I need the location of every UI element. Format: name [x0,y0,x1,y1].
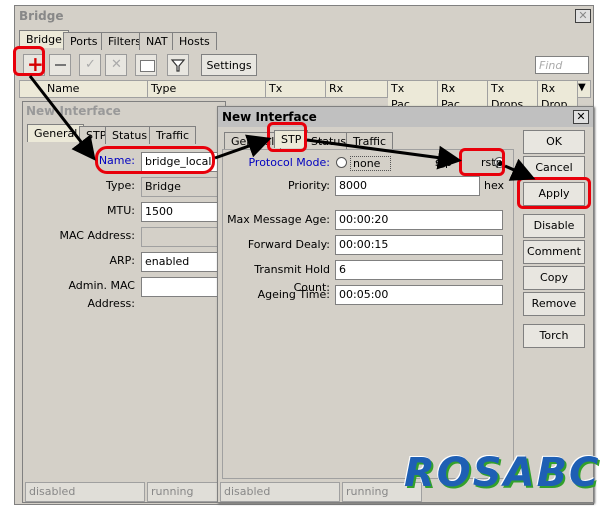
remove-button[interactable] [49,54,71,76]
filter-button[interactable] [167,54,189,76]
transmit-hold-count-input[interactable]: 6 [335,260,503,280]
column-tx[interactable]: Tx [266,81,326,97]
disable-dialog-button[interactable]: Disable [523,214,585,238]
highlight-apply-button [517,177,591,209]
remove-dialog-button[interactable]: Remove [523,292,585,316]
radio-stp-label[interactable]: stp [435,156,452,169]
tab-traffic[interactable]: Traffic [346,132,394,150]
bridge-title: Bridge [19,9,64,23]
highlight-rstp-option [459,148,505,176]
table-header: Name Type Tx Rx Tx Pac... Rx Pac... Tx D… [19,80,591,113]
column-type[interactable]: Type [148,81,266,97]
radio-none-label[interactable]: none [350,156,392,171]
back-dialog-titlebar: New Interface [23,102,225,120]
admin-mac-input[interactable] [141,277,225,297]
ageing-time-label: Ageing Time: [257,288,330,301]
bridge-titlebar: Bridge ✕ [15,6,593,26]
back-tab-status[interactable]: Status [105,126,155,144]
x-icon: ✕ [111,57,122,72]
priority-label: Priority: [287,179,330,192]
back-status-disabled: disabled [25,482,145,502]
columns-dropdown-icon[interactable]: ▼ [578,82,586,93]
minus-icon [55,64,66,66]
protocol-mode-label: Protocol Mode: [248,156,330,169]
mac-address-value [141,227,225,247]
rosabc-watermark: ROSABC [404,450,600,496]
back-dialog-title: New Interface [26,104,121,118]
mtu-label: MTU: [107,204,135,217]
type-label: Type: [106,179,135,192]
tab-nat[interactable]: NAT [139,32,175,50]
highlight-name-field [95,146,215,174]
type-value: Bridge [141,177,225,197]
forward-delay-input[interactable]: 00:00:15 [335,235,503,255]
radio-none[interactable] [336,157,347,168]
highlight-add-button [13,46,45,76]
check-icon: ✓ [85,57,96,72]
front-status-disabled: disabled [220,482,340,502]
priority-unit: hex [484,179,505,192]
column-rx[interactable]: Rx [326,81,388,97]
stp-panel [222,149,514,479]
column-name[interactable]: Name [44,81,148,97]
find-placeholder: Find [539,59,563,72]
settings-button[interactable]: Settings [201,54,257,76]
max-message-age-label: Max Message Age: [227,213,330,226]
arp-label: ARP: [109,254,135,267]
filter-icon [170,59,186,72]
disable-button[interactable]: ✕ [105,54,127,76]
mac-address-label: MAC Address: [59,229,135,242]
comment-dialog-button[interactable]: Comment [523,240,585,264]
ageing-time-input[interactable]: 00:05:00 [335,285,503,305]
forward-delay-label: Forward Dealy: [247,238,330,251]
ok-button[interactable]: OK [523,130,585,154]
comment-button[interactable] [135,54,157,76]
find-input[interactable]: Find [535,56,589,74]
copy-button[interactable]: Copy [523,266,585,290]
back-tab-traffic[interactable]: Traffic [149,126,197,144]
back-tab-general[interactable]: General [27,124,85,142]
watermark-text: ROSABC [404,450,601,496]
front-new-interface-dialog: New Interface ✕ General STP Status Traff… [217,106,594,503]
enable-button[interactable]: ✓ [79,54,101,76]
tab-hosts[interactable]: Hosts [172,32,217,50]
close-icon[interactable]: ✕ [575,9,591,23]
note-icon [140,60,155,72]
torch-button[interactable]: Torch [523,324,585,348]
admin-mac-label: Admin. MAC Address: [68,279,135,310]
highlight-stp-tab [267,122,307,152]
priority-input[interactable]: 8000 [335,176,480,196]
arp-select[interactable]: enabled [141,252,225,272]
dialog-close-icon[interactable]: ✕ [573,110,589,124]
max-message-age-input[interactable]: 00:00:20 [335,210,503,230]
tab-ports[interactable]: Ports [63,32,105,50]
back-status-running: running [147,482,223,502]
mtu-input[interactable]: 1500 [141,202,225,222]
